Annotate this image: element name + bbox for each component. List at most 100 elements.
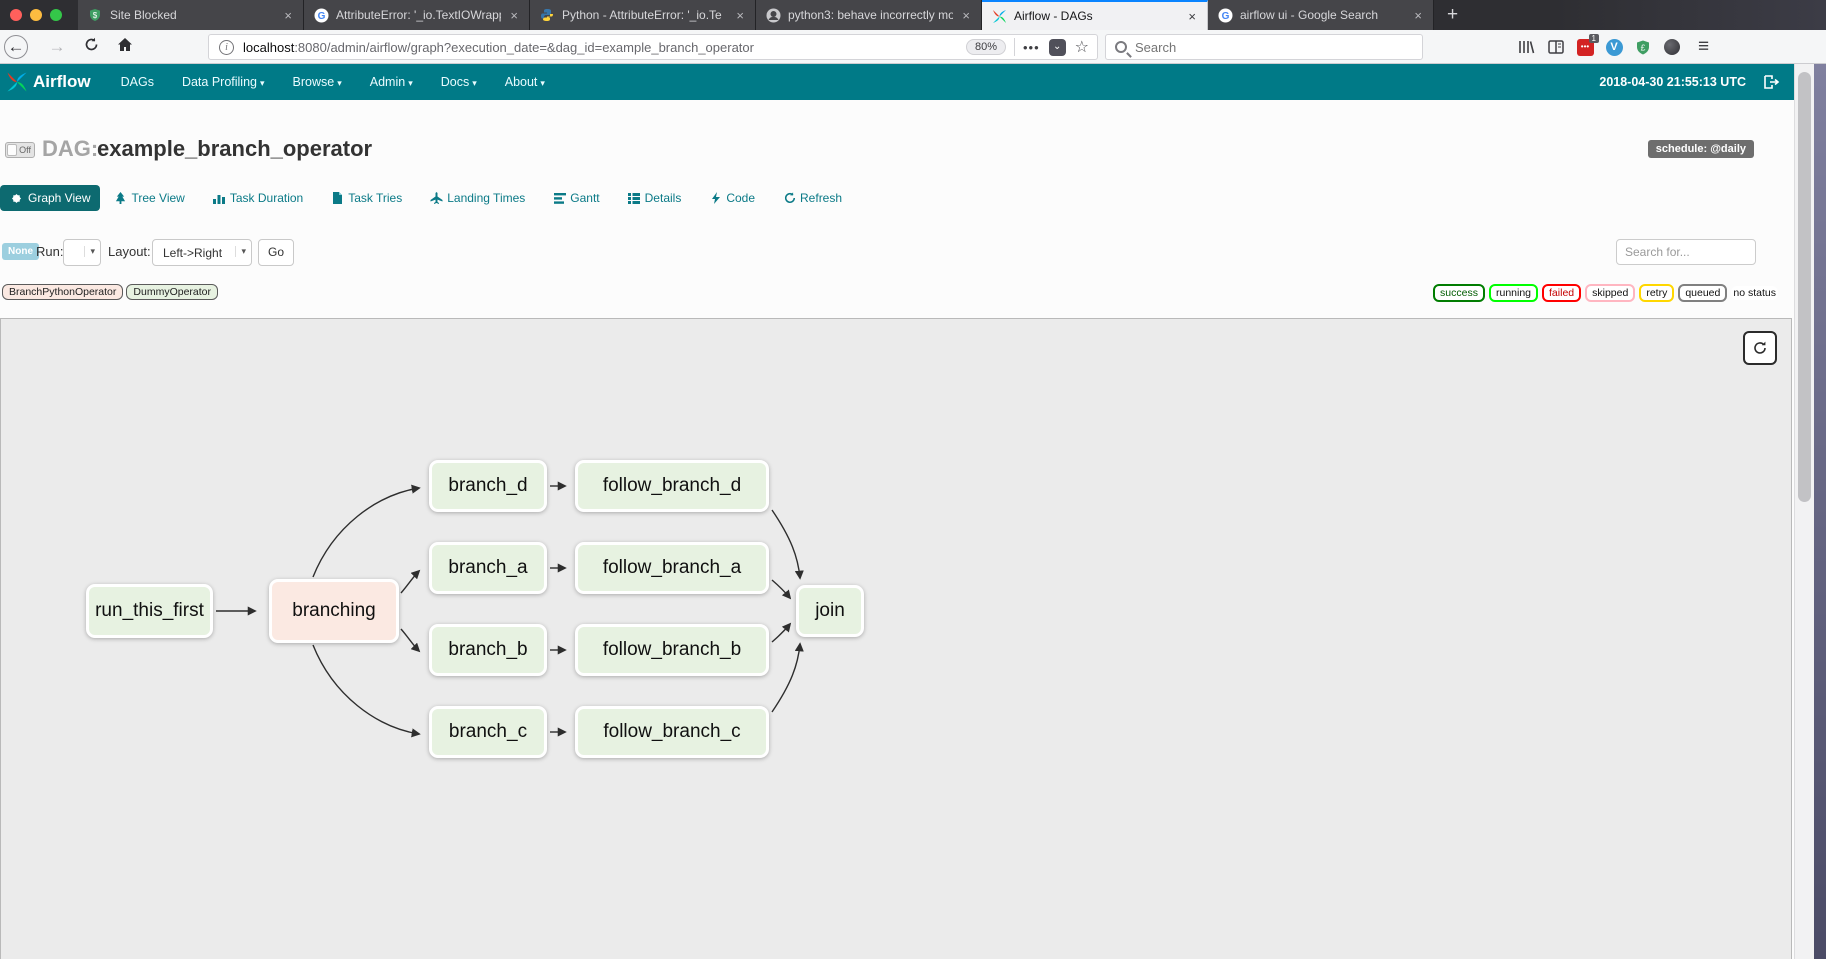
close-tab-icon[interactable]: × [282, 8, 294, 23]
details-link[interactable]: Details [628, 191, 682, 205]
tree-view-link[interactable]: Tree View [114, 191, 184, 205]
close-tab-icon[interactable]: × [1186, 9, 1198, 24]
task-node-branch_c[interactable]: branch_c [429, 706, 547, 758]
page-actions-icon[interactable]: ••• [1023, 40, 1040, 55]
chevron-down-icon: ▾ [472, 78, 477, 88]
dag-pause-toggle[interactable]: Off [5, 142, 35, 158]
logout-icon[interactable] [1764, 75, 1780, 89]
pocket-icon[interactable]: ⌄ [1049, 39, 1066, 56]
task-node-follow_branch_b[interactable]: follow_branch_b [575, 624, 769, 676]
browser-search-input[interactable] [1135, 40, 1395, 55]
legend-status-running: running [1489, 284, 1538, 302]
vimium-extension-icon[interactable]: V [1605, 38, 1623, 56]
legend-row: BranchPythonOperator DummyOperator succe… [0, 284, 1802, 302]
edge-follow_branch_c-join [772, 644, 800, 712]
tab-site-blocked[interactable]: $ Site Blocked × [78, 0, 304, 30]
task-node-branch_a[interactable]: branch_a [429, 542, 547, 594]
scrollbar-thumb[interactable] [1798, 72, 1811, 502]
svg-text:£: £ [1641, 42, 1646, 52]
desktop-background-strip [1814, 64, 1826, 959]
task-tries-link[interactable]: Task Tries [331, 191, 402, 205]
chevron-down-icon: ▾ [540, 78, 545, 88]
tab-airflow-dags-active[interactable]: Airflow - DAGs × [982, 0, 1208, 30]
graph-refresh-button[interactable] [1743, 331, 1777, 365]
zoom-window-button[interactable] [50, 9, 62, 21]
tab-attributeerror-search[interactable]: G AttributeError: '_io.TextIOWrapp × [304, 0, 530, 30]
sidebar-icon[interactable] [1547, 38, 1565, 56]
browser-search-box[interactable] [1105, 34, 1423, 60]
tab-title: airflow ui - Google Search [1240, 8, 1405, 22]
firefox-window: $ Site Blocked × G AttributeError: '_io.… [0, 0, 1826, 959]
back-button[interactable]: ← [4, 35, 28, 59]
task-node-follow_branch_a[interactable]: follow_branch_a [575, 542, 769, 594]
run-select[interactable]: ▾ [63, 239, 101, 266]
containers-extension-icon[interactable] [1663, 38, 1681, 56]
airflow-logo-icon [6, 71, 28, 93]
edge-branching-branch_c [313, 645, 419, 734]
code-link[interactable]: Code [709, 191, 755, 205]
task-search-input[interactable] [1616, 239, 1756, 265]
close-window-button[interactable] [10, 9, 22, 21]
url-bar[interactable]: i localhost:8080/admin/airflow/graph?exe… [208, 34, 1098, 60]
task-duration-link[interactable]: Task Duration [213, 191, 303, 205]
tab-airflow-ui-search[interactable]: G airflow ui - Google Search × [1208, 0, 1434, 30]
task-node-branching[interactable]: branching [269, 579, 399, 643]
library-icon[interactable] [1518, 38, 1536, 56]
refresh-link[interactable]: Refresh [783, 191, 842, 205]
search-icon [1115, 41, 1127, 53]
menu-hamburger-icon[interactable]: ≡ [1698, 36, 1709, 58]
tab-github-issue[interactable]: python3: behave incorrectly mo × [756, 0, 982, 30]
window-controls [0, 0, 78, 30]
edge-branching-branch_a [401, 571, 419, 593]
page-info-icon[interactable]: i [219, 40, 234, 55]
layout-selected-value: Left->Right [163, 246, 222, 260]
graph-view-button[interactable]: Graph View [0, 185, 100, 211]
nav-item-about[interactable]: About▾ [491, 75, 559, 89]
nav-item-admin[interactable]: Admin▾ [356, 75, 427, 89]
google-favicon-icon: G [1217, 7, 1233, 23]
password-manager-extension-icon[interactable]: ••• 1 [1576, 38, 1594, 56]
nav-item-dags[interactable]: DAGs [107, 75, 168, 89]
chevron-down-icon: ▾ [260, 78, 265, 88]
new-tab-button[interactable]: + [1434, 0, 1471, 30]
tab-python-stackoverflow[interactable]: Python - AttributeError: '_io.Te × [530, 0, 756, 30]
forward-button[interactable]: → [40, 37, 74, 57]
view-switcher-row: Graph View Tree View Task Duration Task … [0, 184, 870, 212]
minimize-window-button[interactable] [30, 9, 42, 21]
landing-times-link[interactable]: Landing Times [430, 191, 525, 205]
close-tab-icon[interactable]: × [960, 8, 972, 23]
gantt-link[interactable]: Gantt [553, 191, 599, 205]
reload-button[interactable] [74, 37, 108, 57]
url-domain: localhost [243, 40, 294, 55]
airflow-brand[interactable]: Airflow [6, 71, 91, 93]
home-button[interactable] [108, 37, 142, 57]
task-node-branch_b[interactable]: branch_b [429, 624, 547, 676]
refresh-icon [1752, 340, 1768, 356]
task-node-follow_branch_c[interactable]: follow_branch_c [575, 706, 769, 758]
bookmark-star-icon[interactable]: ☆ [1075, 37, 1089, 57]
tab-title: Site Blocked [110, 8, 275, 22]
edge-branching-branch_b [401, 629, 419, 651]
task-node-run_this_first[interactable]: run_this_first [86, 584, 213, 638]
close-tab-icon[interactable]: × [734, 8, 746, 23]
url-path: :8080/admin/airflow/graph?execution_date… [294, 40, 754, 55]
go-button[interactable]: Go [258, 239, 294, 266]
close-tab-icon[interactable]: × [1412, 8, 1424, 23]
nav-item-docs[interactable]: Docs▾ [427, 75, 491, 89]
nav-item-browse[interactable]: Browse▾ [279, 75, 356, 89]
task-node-follow_branch_d[interactable]: follow_branch_d [575, 460, 769, 512]
page-scrollbar[interactable] [1794, 64, 1814, 959]
dag-graph-canvas[interactable]: run_this_first branching branch_d branch… [0, 318, 1792, 959]
task-node-join[interactable]: join [796, 585, 864, 637]
shield-extension-icon[interactable]: £ [1634, 38, 1652, 56]
edge-follow_branch_a-join [772, 580, 790, 598]
close-tab-icon[interactable]: × [508, 8, 520, 23]
zoom-level-badge[interactable]: 80% [966, 39, 1006, 55]
list-icon [628, 192, 641, 205]
legend-branchpythonoperator: BranchPythonOperator [2, 284, 123, 300]
task-node-branch_d[interactable]: branch_d [429, 460, 547, 512]
layout-select[interactable]: Left->Right▾ [152, 239, 252, 266]
chevron-down-icon: ▾ [337, 78, 342, 88]
nav-item-data-profiling[interactable]: Data Profiling▾ [168, 75, 279, 89]
brand-label: Airflow [33, 72, 91, 92]
